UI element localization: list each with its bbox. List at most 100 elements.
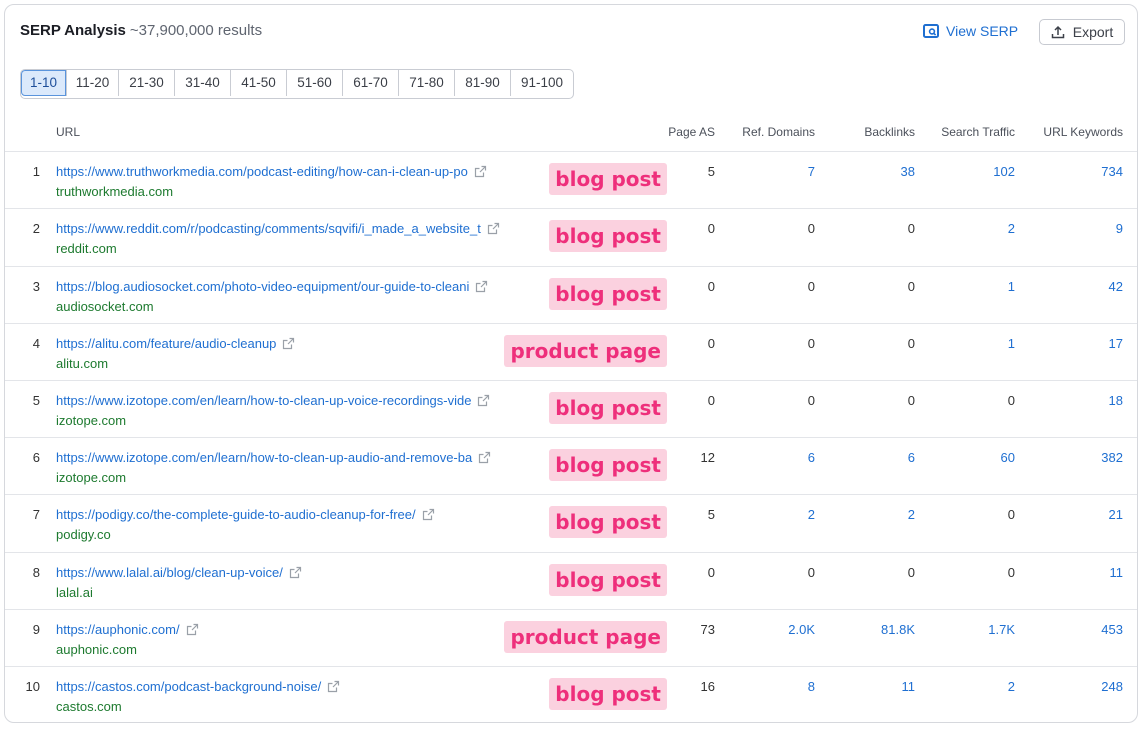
page-type-tag: blog post xyxy=(549,163,667,195)
result-url-link[interactable]: https://www.izotope.com/en/learn/how-to-… xyxy=(56,450,491,465)
page-button-1-10[interactable]: 1-10 xyxy=(21,70,67,96)
row-number: 1 xyxy=(32,164,40,179)
view-serp-button[interactable]: View SERP xyxy=(923,23,1018,39)
result-url-text[interactable]: https://www.truthworkmedia.com/podcast-e… xyxy=(56,164,468,179)
result-url-link[interactable]: https://castos.com/podcast-background-no… xyxy=(56,679,340,694)
result-url-text[interactable]: https://www.izotope.com/en/learn/how-to-… xyxy=(56,393,471,408)
page-button-91-100[interactable]: 91-100 xyxy=(511,70,573,96)
result-url-link[interactable]: https://auphonic.com/ xyxy=(56,622,199,637)
page-button-61-70[interactable]: 61-70 xyxy=(343,70,399,96)
page-button-11-20[interactable]: 11-20 xyxy=(67,70,119,96)
external-link-icon[interactable] xyxy=(487,222,500,235)
external-link-icon[interactable] xyxy=(478,451,491,464)
result-url-text[interactable]: https://www.lalal.ai/blog/clean-up-voice… xyxy=(56,565,283,580)
result-url-text[interactable]: https://blog.audiosocket.com/photo-video… xyxy=(56,279,469,294)
page-type-tag: blog post xyxy=(549,278,667,310)
external-link-icon[interactable] xyxy=(475,280,488,293)
url-keywords-value[interactable]: 11 xyxy=(1110,565,1124,580)
page-button-81-90[interactable]: 81-90 xyxy=(455,70,511,96)
backlinks-value[interactable]: 6 xyxy=(908,450,915,465)
external-link-icon[interactable] xyxy=(422,508,435,521)
table-row: 8 https://www.lalal.ai/blog/clean-up-voic… xyxy=(5,552,1137,610)
page-as-value: 0 xyxy=(707,565,715,580)
result-url-link[interactable]: https://www.truthworkmedia.com/podcast-e… xyxy=(56,164,487,179)
url-keywords-value[interactable]: 42 xyxy=(1109,279,1123,294)
search-traffic-value[interactable]: 2 xyxy=(1008,221,1015,236)
external-link-icon[interactable] xyxy=(327,680,340,693)
page-as-value: 0 xyxy=(707,336,715,351)
table-row: 7 https://podigy.co/the-complete-guide-to… xyxy=(5,494,1137,552)
result-url-link[interactable]: https://podigy.co/the-complete-guide-to-… xyxy=(56,507,435,522)
search-traffic-value: 0 xyxy=(1007,393,1015,408)
ref-domains-value[interactable]: 7 xyxy=(808,164,815,179)
col-header-ref-domains[interactable]: Ref. Domains xyxy=(742,125,815,139)
result-url-text[interactable]: https://alitu.com/feature/audio-cleanup xyxy=(56,336,276,351)
external-link-icon[interactable] xyxy=(474,165,487,178)
page-button-51-60[interactable]: 51-60 xyxy=(287,70,343,96)
external-link-icon[interactable] xyxy=(289,566,302,579)
col-header-url[interactable]: URL xyxy=(56,125,80,139)
url-keywords-value[interactable]: 382 xyxy=(1101,450,1123,465)
url-keywords-value[interactable]: 17 xyxy=(1109,336,1123,351)
backlinks-value: 0 xyxy=(907,221,915,236)
external-link-icon[interactable] xyxy=(282,337,295,350)
row-number: 10 xyxy=(25,679,40,694)
page-button-21-30[interactable]: 21-30 xyxy=(119,70,175,96)
col-header-backlinks[interactable]: Backlinks xyxy=(864,125,915,139)
row-number: 5 xyxy=(32,393,40,408)
url-keywords-value[interactable]: 9 xyxy=(1116,221,1123,236)
search-traffic-value[interactable]: 1 xyxy=(1008,279,1015,294)
external-link-icon[interactable] xyxy=(186,623,199,636)
page-button-31-40[interactable]: 31-40 xyxy=(175,70,231,96)
table-row: 9 https://auphonic.com/auphonic.com produc… xyxy=(5,609,1137,667)
search-traffic-value[interactable]: 102 xyxy=(993,164,1015,179)
col-header-page-as[interactable]: Page AS xyxy=(668,125,715,139)
row-number: 7 xyxy=(32,507,40,522)
result-url-text[interactable]: https://www.reddit.com/r/podcasting/comm… xyxy=(56,221,481,236)
page-button-71-80[interactable]: 71-80 xyxy=(399,70,455,96)
ref-domains-value[interactable]: 6 xyxy=(808,450,815,465)
page-button-41-50[interactable]: 41-50 xyxy=(231,70,287,96)
backlinks-value[interactable]: 38 xyxy=(901,164,915,179)
ref-domains-value[interactable]: 2.0K xyxy=(788,622,815,637)
result-url-text[interactable]: https://www.izotope.com/en/learn/how-to-… xyxy=(56,450,472,465)
result-url-link[interactable]: https://blog.audiosocket.com/photo-video… xyxy=(56,279,488,294)
search-traffic-value[interactable]: 2 xyxy=(1008,679,1015,694)
result-url-link[interactable]: https://www.reddit.com/r/podcasting/comm… xyxy=(56,221,500,236)
search-traffic-value[interactable]: 1.7K xyxy=(988,622,1015,637)
result-url-link[interactable]: https://www.lalal.ai/blog/clean-up-voice… xyxy=(56,565,302,580)
col-header-url-keywords[interactable]: URL Keywords xyxy=(1043,125,1123,139)
page-as-value: 16 xyxy=(700,679,715,694)
result-url-text[interactable]: https://castos.com/podcast-background-no… xyxy=(56,679,321,694)
url-keywords-value[interactable]: 248 xyxy=(1101,679,1123,694)
url-keywords-value[interactable]: 734 xyxy=(1101,164,1123,179)
backlinks-value[interactable]: 2 xyxy=(908,507,915,522)
row-number: 8 xyxy=(32,565,40,580)
search-traffic-value[interactable]: 60 xyxy=(1001,450,1015,465)
ref-domains-value[interactable]: 2 xyxy=(808,507,815,522)
result-domain: truthworkmedia.com xyxy=(56,184,174,199)
table-row: 2 https://www.reddit.com/r/podcasting/com… xyxy=(5,208,1137,266)
backlinks-value[interactable]: 81.8K xyxy=(881,622,915,637)
ref-domains-value[interactable]: 8 xyxy=(808,679,815,694)
external-link-icon[interactable] xyxy=(477,394,490,407)
ref-domains-value: 0 xyxy=(807,221,815,236)
result-url-text[interactable]: https://podigy.co/the-complete-guide-to-… xyxy=(56,507,416,522)
result-domain: lalal.ai xyxy=(56,585,93,600)
result-url-link[interactable]: https://alitu.com/feature/audio-cleanup xyxy=(56,336,295,351)
search-traffic-value[interactable]: 1 xyxy=(1008,336,1015,351)
view-serp-icon xyxy=(923,24,939,38)
page-type-tag: blog post xyxy=(549,449,667,481)
url-keywords-value[interactable]: 453 xyxy=(1101,622,1123,637)
backlinks-value[interactable]: 11 xyxy=(902,679,916,694)
url-keywords-value[interactable]: 18 xyxy=(1109,393,1123,408)
table-row: 3 https://blog.audiosocket.com/photo-vide… xyxy=(5,266,1137,324)
export-button[interactable]: Export xyxy=(1039,19,1125,45)
result-url-text[interactable]: https://auphonic.com/ xyxy=(56,622,180,637)
col-header-search-traffic[interactable]: Search Traffic xyxy=(941,125,1015,139)
url-keywords-value[interactable]: 21 xyxy=(1109,507,1123,522)
row-number: 9 xyxy=(32,622,40,637)
result-domain: izotope.com xyxy=(56,413,127,428)
result-url-link[interactable]: https://www.izotope.com/en/learn/how-to-… xyxy=(56,393,490,408)
result-domain: alitu.com xyxy=(56,356,109,371)
